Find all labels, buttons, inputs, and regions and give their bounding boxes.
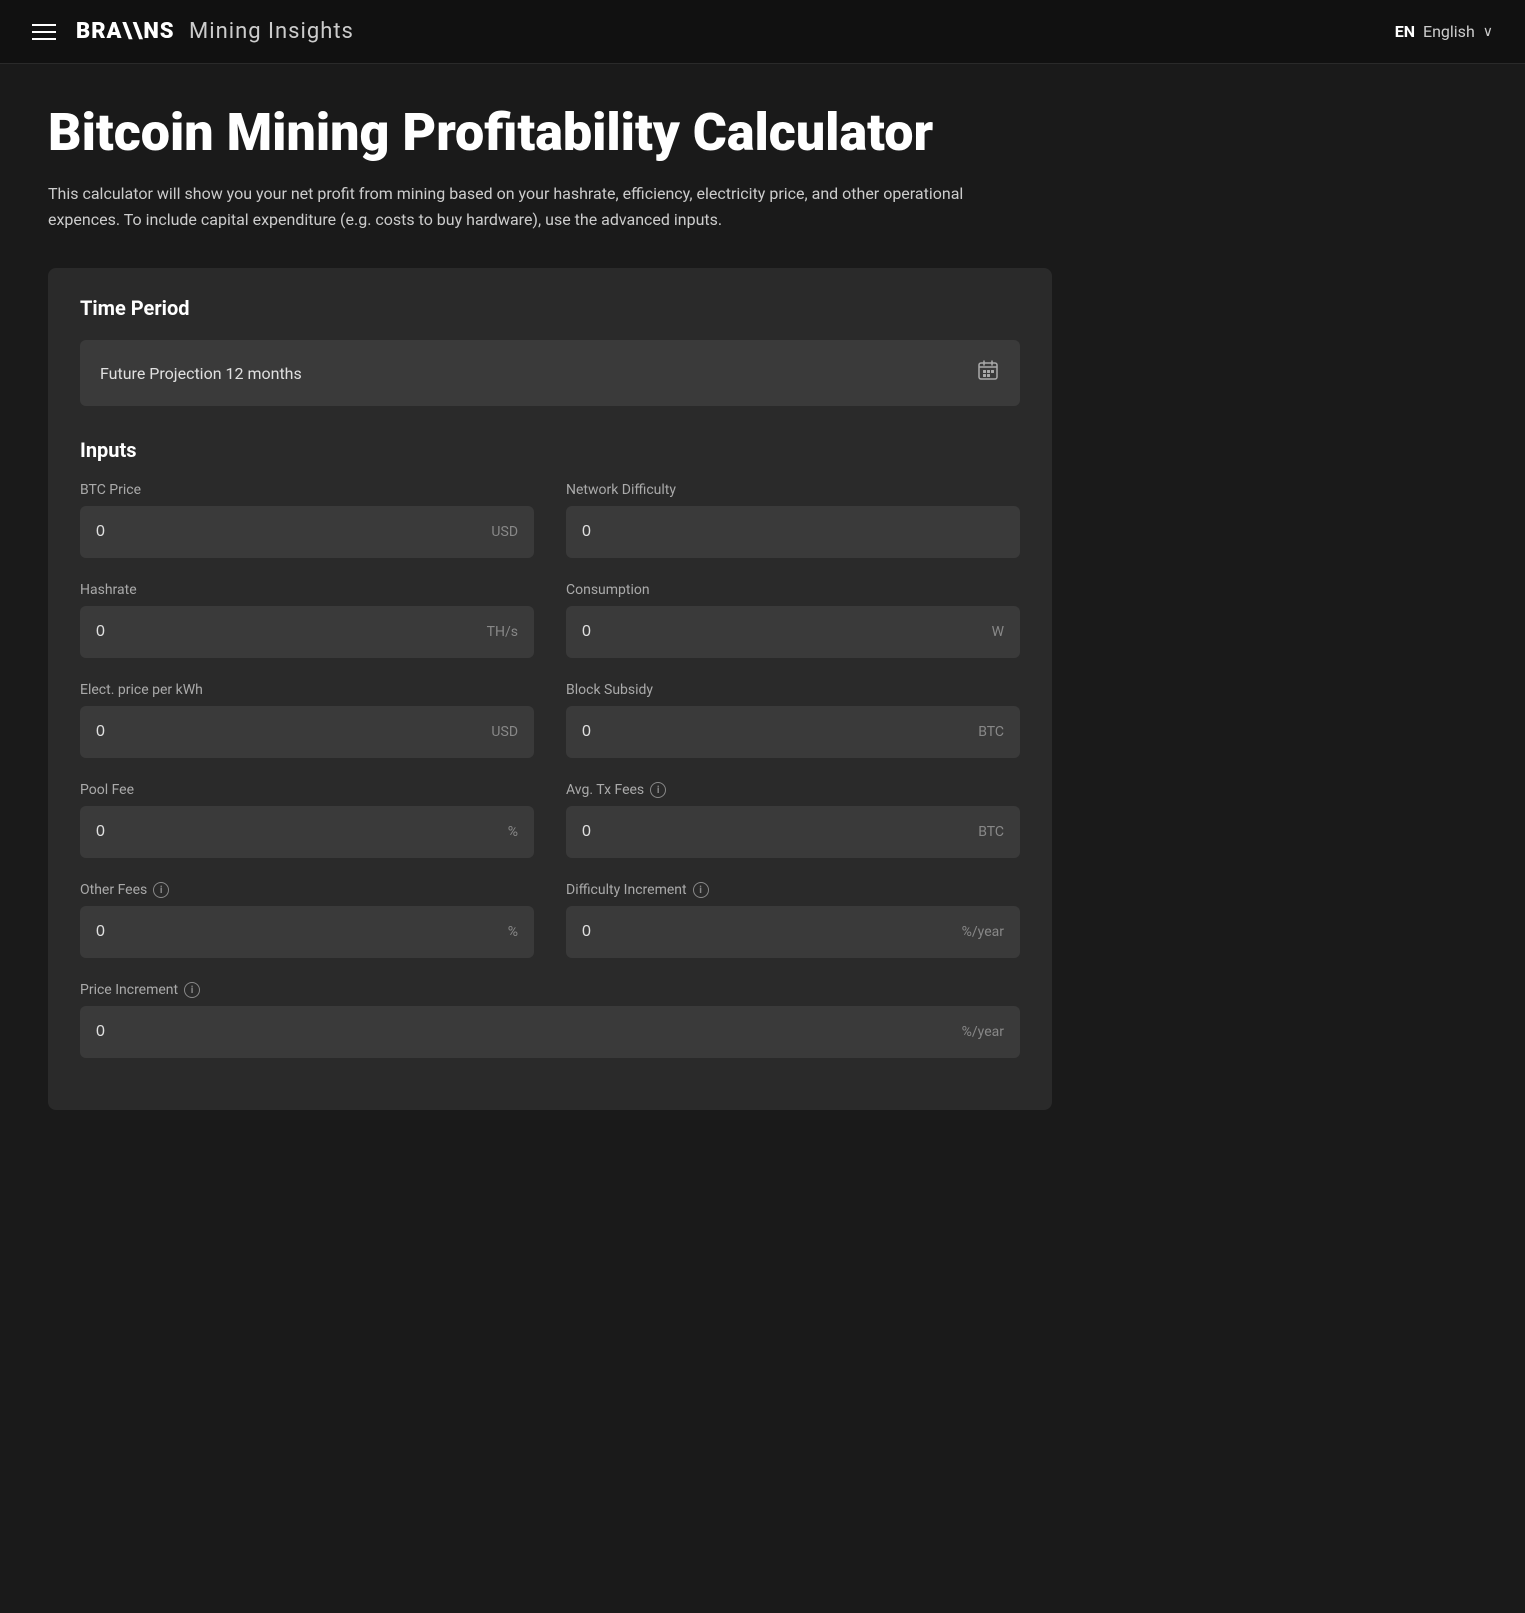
price-increment-input[interactable] (96, 1023, 954, 1041)
avg-tx-fees-unit: BTC (978, 824, 1004, 840)
elect-price-wrapper: USD (80, 706, 534, 758)
language-selector[interactable]: EN English ∨ (1395, 22, 1493, 41)
pool-fee-label: Pool Fee (80, 782, 534, 798)
brand-name: BRA\\NS (76, 19, 175, 44)
avg-tx-fees-info-icon[interactable]: i (650, 782, 666, 798)
pool-fee-unit: % (508, 824, 518, 840)
difficulty-increment-unit: %/year (962, 924, 1004, 940)
consumption-input[interactable] (582, 623, 984, 641)
avg-tx-fees-label: Avg. Tx Fees i (566, 782, 1020, 798)
price-increment-info-icon[interactable]: i (184, 982, 200, 998)
time-period-card: Time Period Future Projection 12 months … (48, 268, 1052, 1110)
time-period-value: Future Projection 12 months (100, 364, 302, 383)
input-group-price-increment: Price Increment i %/year (80, 982, 1020, 1058)
inputs-section: Inputs BTC Price USD Network Difficulty (80, 438, 1020, 1082)
main-content: Bitcoin Mining Profitability Calculator … (0, 64, 1100, 1150)
block-subsidy-input[interactable] (582, 723, 970, 741)
avg-tx-fees-wrapper: BTC (566, 806, 1020, 858)
hashrate-wrapper: TH/s (80, 606, 534, 658)
block-subsidy-wrapper: BTC (566, 706, 1020, 758)
inputs-section-title: Inputs (80, 438, 1020, 462)
input-group-difficulty-increment: Difficulty Increment i %/year (566, 882, 1020, 958)
consumption-label: Consumption (566, 582, 1020, 598)
navigation: BRA\\NS Mining Insights EN English ∨ (0, 0, 1525, 64)
elect-price-unit: USD (491, 724, 518, 740)
time-period-section-title: Time Period (80, 296, 1020, 320)
time-period-selector[interactable]: Future Projection 12 months (80, 340, 1020, 406)
lang-code: EN (1395, 22, 1415, 41)
pool-fee-input[interactable] (96, 823, 500, 841)
hashrate-input[interactable] (96, 623, 479, 641)
price-increment-unit: %/year (962, 1024, 1004, 1040)
elect-price-label: Elect. price per kWh (80, 682, 534, 698)
input-group-pool-fee: Pool Fee % (80, 782, 534, 858)
other-fees-unit: % (508, 924, 518, 940)
input-group-hashrate: Hashrate TH/s (80, 582, 534, 658)
brand-subtitle: Mining Insights (189, 19, 354, 44)
nav-left: BRA\\NS Mining Insights (32, 19, 354, 44)
network-difficulty-label: Network Difficulty (566, 482, 1020, 498)
block-subsidy-unit: BTC (978, 724, 1004, 740)
calendar-icon (976, 358, 1000, 388)
lang-label: English (1423, 22, 1475, 41)
hashrate-label: Hashrate (80, 582, 534, 598)
difficulty-increment-wrapper: %/year (566, 906, 1020, 958)
pool-fee-wrapper: % (80, 806, 534, 858)
input-group-other-fees: Other Fees i % (80, 882, 534, 958)
input-group-btc-price: BTC Price USD (80, 482, 534, 558)
price-increment-wrapper: %/year (80, 1006, 1020, 1058)
consumption-wrapper: W (566, 606, 1020, 658)
network-difficulty-wrapper (566, 506, 1020, 558)
input-group-network-difficulty: Network Difficulty (566, 482, 1020, 558)
avg-tx-fees-input[interactable] (582, 823, 970, 841)
brand-logo: BRA\\NS Mining Insights (76, 19, 354, 44)
page-title: Bitcoin Mining Profitability Calculator (48, 104, 1052, 161)
btc-price-input[interactable] (96, 523, 483, 541)
other-fees-info-icon[interactable]: i (153, 882, 169, 898)
network-difficulty-input[interactable] (582, 523, 1004, 541)
other-fees-wrapper: % (80, 906, 534, 958)
price-increment-label: Price Increment i (80, 982, 1020, 998)
chevron-down-icon: ∨ (1483, 24, 1493, 40)
input-group-consumption: Consumption W (566, 582, 1020, 658)
elect-price-input[interactable] (96, 723, 483, 741)
input-group-avg-tx-fees: Avg. Tx Fees i BTC (566, 782, 1020, 858)
difficulty-increment-info-icon[interactable]: i (693, 882, 709, 898)
other-fees-input[interactable] (96, 923, 500, 941)
btc-price-wrapper: USD (80, 506, 534, 558)
difficulty-increment-label: Difficulty Increment i (566, 882, 1020, 898)
consumption-unit: W (992, 624, 1004, 640)
page-description: This calculator will show you your net p… (48, 181, 1028, 232)
inputs-grid: BTC Price USD Network Difficulty Hashrat… (80, 482, 1020, 1082)
block-subsidy-label: Block Subsidy (566, 682, 1020, 698)
hashrate-unit: TH/s (487, 624, 518, 640)
btc-price-unit: USD (491, 524, 518, 540)
input-group-elect-price: Elect. price per kWh USD (80, 682, 534, 758)
difficulty-increment-input[interactable] (582, 923, 954, 941)
hamburger-menu[interactable] (32, 24, 56, 40)
other-fees-label: Other Fees i (80, 882, 534, 898)
btc-price-label: BTC Price (80, 482, 534, 498)
input-group-block-subsidy: Block Subsidy BTC (566, 682, 1020, 758)
